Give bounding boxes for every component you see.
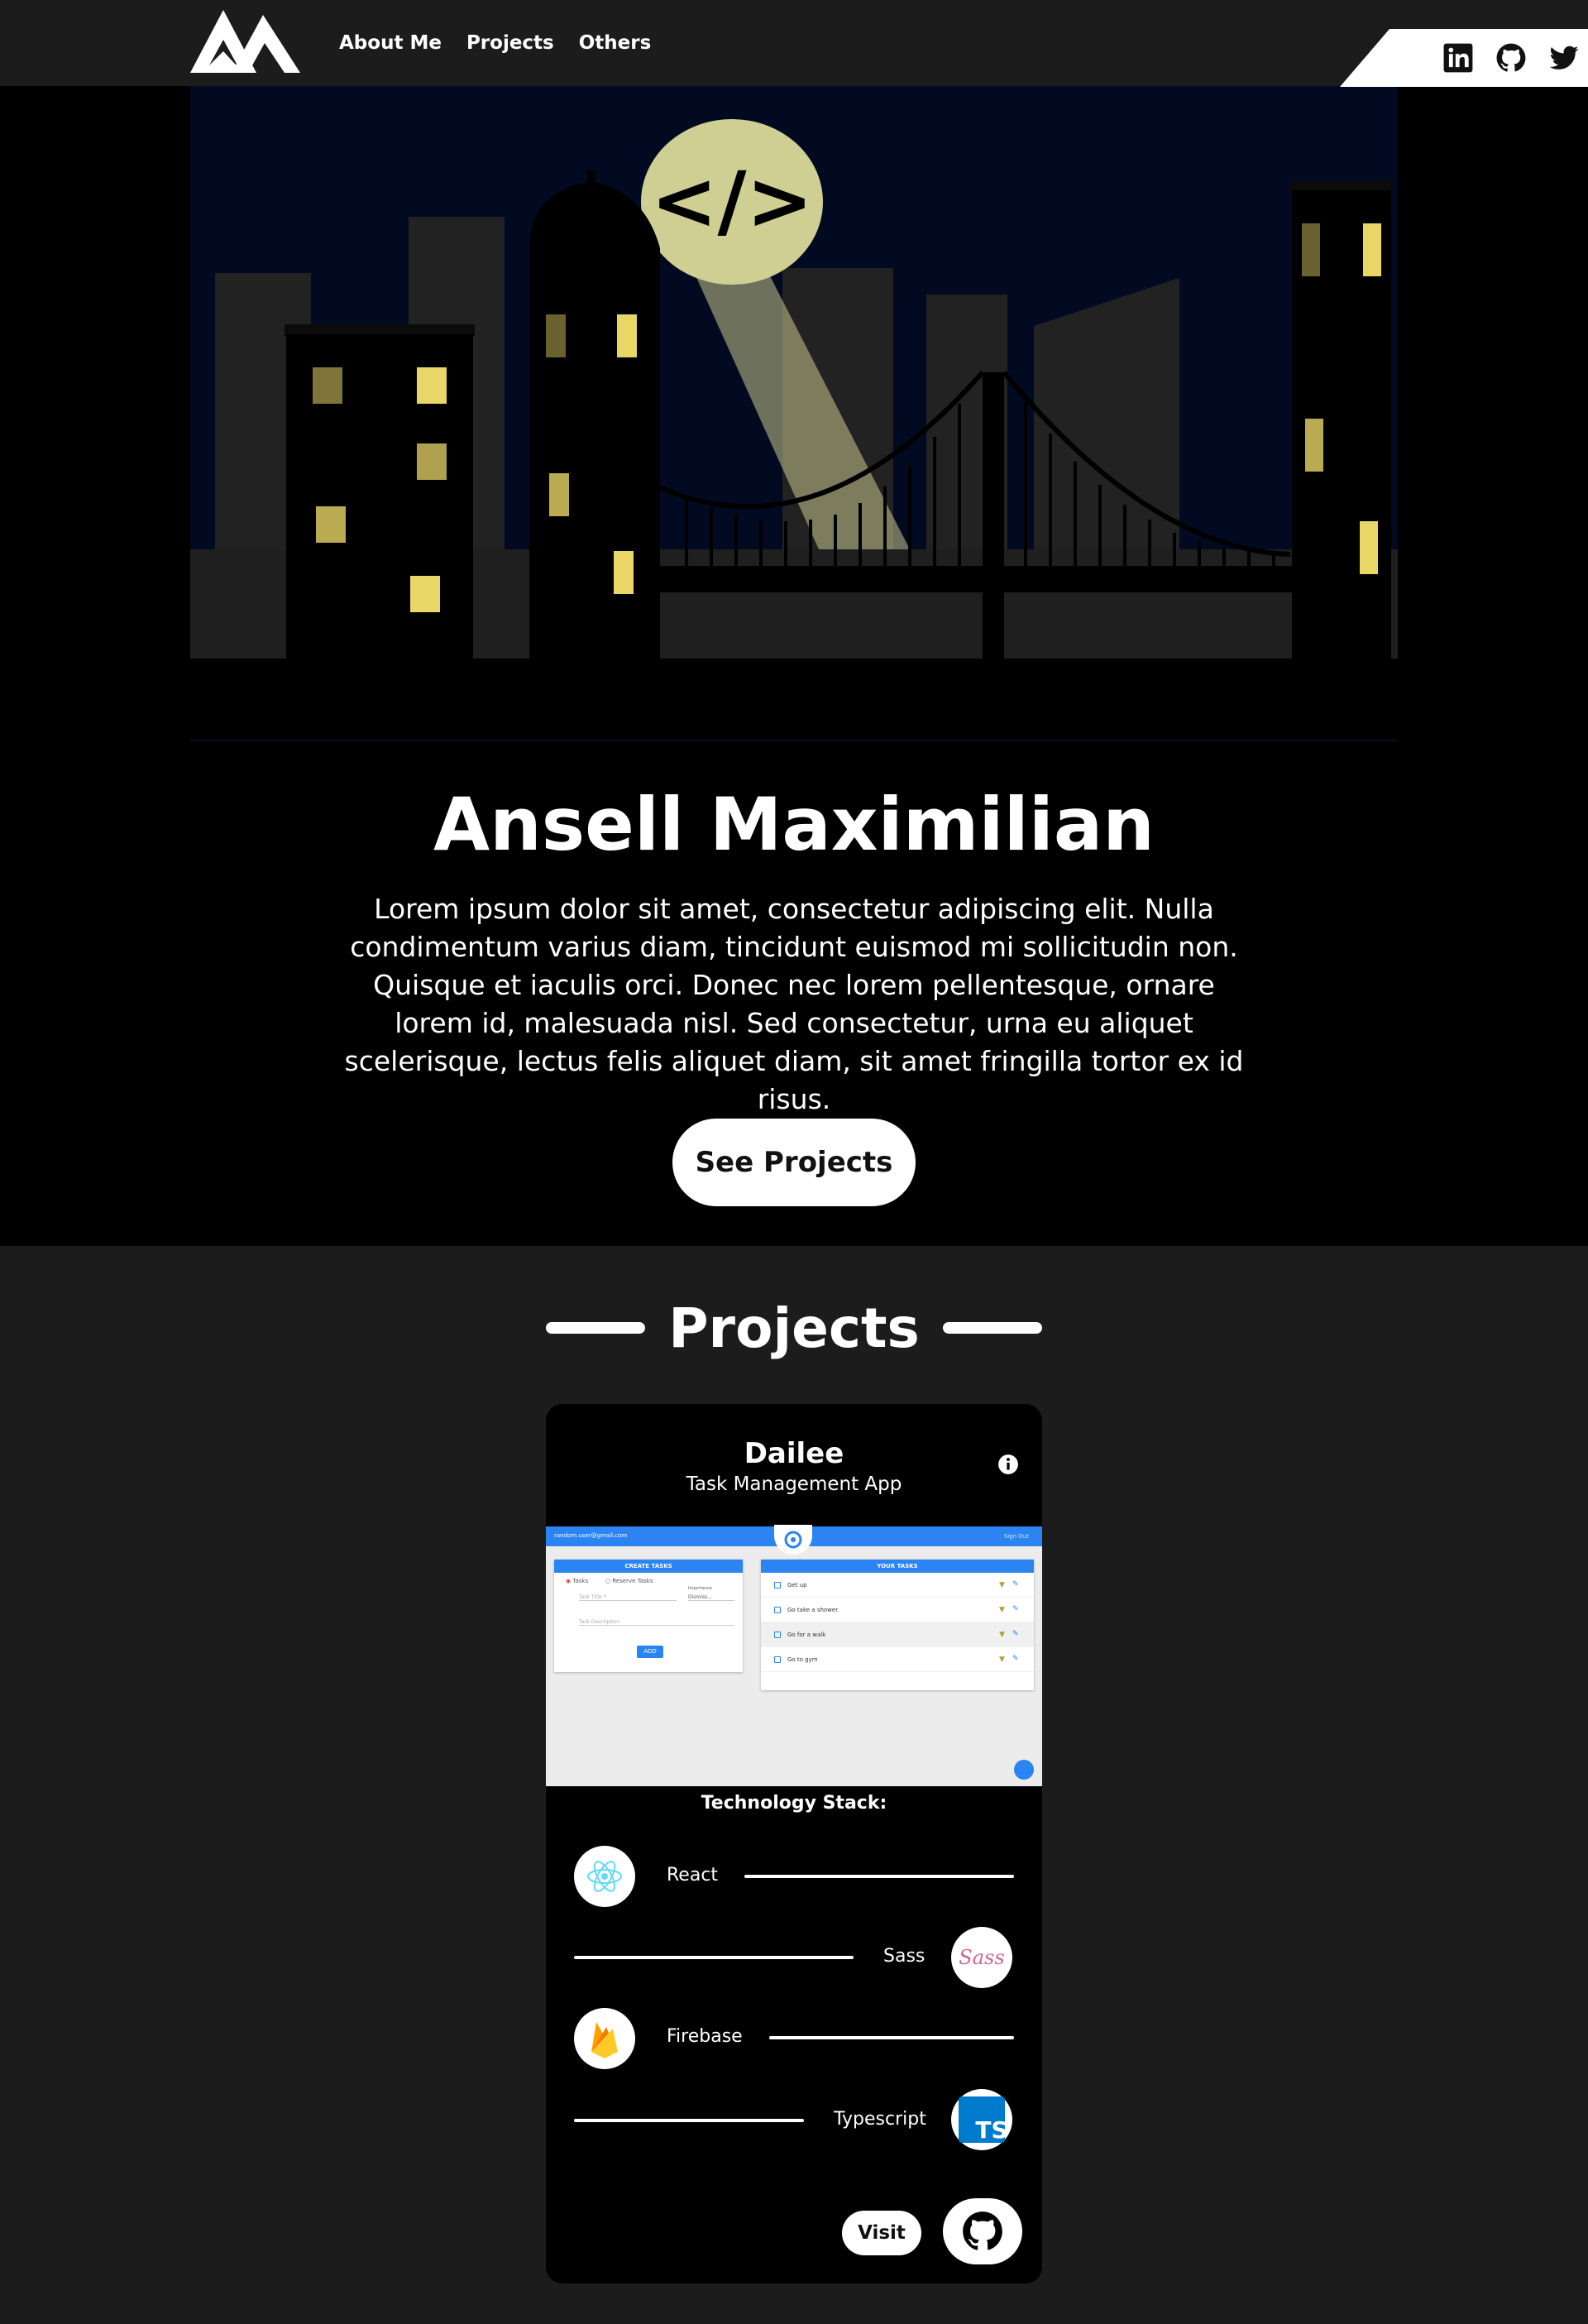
screenshot-app-logo bbox=[774, 1525, 812, 1555]
linkedin-icon[interactable] bbox=[1442, 42, 1474, 74]
hero-divider bbox=[190, 740, 1398, 741]
edit-icon: ✎ bbox=[1012, 1655, 1019, 1663]
hero-section: </> Ansell Maximilian Lorem ipsum dolor … bbox=[0, 86, 1588, 1246]
screenshot-radio-reserve: ○ Reserve Tasks bbox=[605, 1578, 653, 1584]
social-bar bbox=[1340, 29, 1588, 87]
github-icon bbox=[963, 2211, 1002, 2250]
screenshot-tasks-panel: YOUR TASKS Get up ▼ ✎ Go take a shower ▼… bbox=[761, 1560, 1034, 1690]
checkbox-icon bbox=[774, 1582, 781, 1588]
projects-heading: Projects bbox=[0, 1291, 1588, 1365]
firebase-icon bbox=[574, 2008, 635, 2069]
screenshot-radio-tasks: ◉ Tasks bbox=[566, 1578, 589, 1584]
screenshot-desc-field: Task Description bbox=[579, 1614, 734, 1626]
screenshot-task-label: Go for a walk bbox=[787, 1632, 826, 1638]
github-repo-button[interactable] bbox=[943, 2198, 1022, 2264]
screenshot-task-row: Go for a walk ▼ ✎ bbox=[761, 1622, 1034, 1647]
project-card: Dailee Task Management App random.user@g… bbox=[546, 1404, 1042, 2283]
logo[interactable] bbox=[190, 10, 300, 73]
project-title: Dailee bbox=[744, 1437, 844, 1470]
react-icon bbox=[574, 1846, 635, 1907]
trophy-icon: ▼ bbox=[999, 1581, 1005, 1589]
nav-link-about-me[interactable]: About Me bbox=[339, 32, 442, 54]
tech-bar-react bbox=[744, 1875, 1014, 1878]
hero-title: Ansell Maximilian bbox=[433, 782, 1155, 867]
typescript-icon: TS bbox=[951, 2089, 1012, 2150]
edit-icon: ✎ bbox=[1012, 1580, 1019, 1588]
info-icon[interactable] bbox=[997, 1454, 1019, 1475]
edit-icon: ✎ bbox=[1012, 1605, 1019, 1613]
screenshot-signout: Sign Out bbox=[1003, 1533, 1029, 1540]
tech-bar-firebase bbox=[769, 2036, 1014, 2039]
screenshot-task-label: Go to gym bbox=[787, 1656, 818, 1663]
tech-bar-sass bbox=[574, 1956, 854, 1959]
screenshot-task-row: Go take a shower ▼ ✎ bbox=[761, 1598, 1034, 1622]
heading-decoration-right bbox=[942, 1322, 1042, 1334]
project-subtitle: Task Management App bbox=[686, 1473, 902, 1495]
checkbox-icon bbox=[774, 1632, 781, 1638]
edit-icon: ✎ bbox=[1012, 1630, 1019, 1638]
nav-link-projects[interactable]: Projects bbox=[466, 32, 554, 54]
navbar: About Me Projects Others bbox=[0, 0, 1588, 87]
twitter-icon[interactable] bbox=[1548, 42, 1580, 74]
tech-label-react: React bbox=[667, 1865, 719, 1886]
checkbox-icon bbox=[774, 1607, 781, 1613]
screenshot-fab-icon bbox=[1014, 1760, 1034, 1780]
screenshot-task-label: Get up bbox=[787, 1582, 807, 1588]
tech-bar-typescript bbox=[574, 2119, 804, 2122]
screenshot-add-button: ADD bbox=[637, 1646, 663, 1658]
see-projects-button[interactable]: See Projects bbox=[672, 1119, 916, 1206]
nav-links: About Me Projects Others bbox=[339, 0, 651, 86]
checkbox-icon bbox=[774, 1656, 781, 1663]
screenshot-tasks-header: YOUR TASKS bbox=[761, 1560, 1034, 1573]
tech-label-typescript: Typescript bbox=[834, 2109, 926, 2130]
screenshot-task-row: Go to gym ▼ ✎ bbox=[761, 1647, 1034, 1672]
screenshot-email: random.user@gmail.com bbox=[554, 1532, 628, 1539]
screenshot-create-header: CREATE TASKS bbox=[554, 1560, 743, 1573]
trophy-icon: ▼ bbox=[999, 1656, 1005, 1664]
tech-label-sass: Sass bbox=[883, 1946, 926, 1967]
tech-label-firebase: Firebase bbox=[667, 2026, 743, 2047]
projects-heading-text: Projects bbox=[668, 1296, 920, 1360]
project-screenshot: random.user@gmail.com Sign Out CREATE TA… bbox=[546, 1525, 1042, 1786]
visit-button[interactable]: Visit bbox=[842, 2211, 921, 2255]
svg-text:TS: TS bbox=[975, 2116, 1005, 2143]
heading-decoration-left bbox=[546, 1322, 646, 1334]
screenshot-task-label: Go take a shower bbox=[787, 1607, 839, 1613]
trophy-icon: ▼ bbox=[999, 1631, 1005, 1639]
code-signal-icon: </> bbox=[641, 119, 823, 285]
nav-link-others[interactable]: Others bbox=[579, 32, 652, 54]
city-skyline-illustration: </> bbox=[190, 86, 1398, 659]
screenshot-create-panel: CREATE TASKS ◉ Tasks ○ Reserve Tasks Tas… bbox=[554, 1560, 743, 1672]
svg-text:</>: </> bbox=[651, 155, 813, 247]
tech-stack-title: Technology Stack: bbox=[701, 1793, 887, 1814]
screenshot-task-row: Get up ▼ ✎ bbox=[761, 1573, 1034, 1598]
sass-icon: Sass bbox=[951, 1927, 1012, 1988]
trophy-icon: ▼ bbox=[999, 1606, 1005, 1614]
hero-description: Lorem ipsum dolor sit amet, consectetur … bbox=[344, 893, 1244, 1115]
github-icon[interactable] bbox=[1495, 42, 1527, 74]
screenshot-title-field: Task Title * bbox=[579, 1589, 677, 1601]
screenshot-importance-select: Dismiss... bbox=[688, 1589, 734, 1601]
